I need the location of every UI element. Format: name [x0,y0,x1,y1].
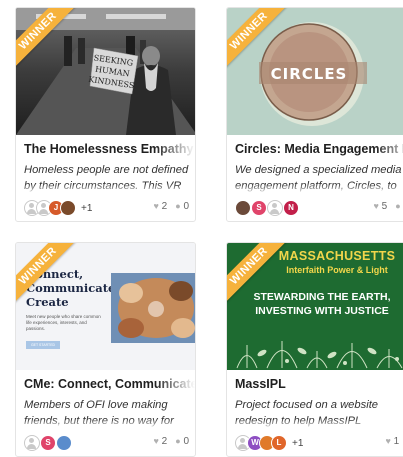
more-members-count: +1 [81,202,93,214]
card-title[interactable]: Circles: Media Engagement Ha [235,142,403,156]
avatar: L [271,435,287,451]
comment-icon: ● [175,436,181,446]
heart-icon: ♥ [153,436,159,446]
card-description: Project focused on a website redesign to… [235,397,403,429]
team-avatars[interactable]: S [24,435,72,451]
card-title[interactable]: CMe: Connect, Communicate, [24,377,195,391]
card-description: Members of OFI love making friends, but … [24,397,189,429]
card-title[interactable]: MassIPL [235,377,403,391]
project-card-cme[interactable]: Connect, Communicate, Create Meet new pe… [15,242,196,457]
comment-icon: ● [175,201,181,211]
circles-logo-text: CIRCLES [271,65,348,83]
avatar: S [40,435,56,451]
avatar-placeholder-icon [24,435,40,451]
card-footer: J +1 ♥ 2 ● 0 [24,200,189,218]
thumb-line-investing: INVESTING WITH JUSTICE [255,305,389,317]
avatar [56,435,72,451]
heart-icon: ♥ [385,436,391,446]
card-stats: ♥ 5 ● 0 [373,201,401,212]
card-description: We designed a specialized media engageme… [235,162,403,194]
card-description: Homeless people are not defined by their… [24,162,189,194]
thumb-line-interfaith: Interfaith Power & Light [286,265,388,275]
card-stats: ♥ 2 ● 0 [153,201,189,212]
card-footer: S ♥ 2 ● 0 [24,435,189,453]
thumb-body: Meet new people who share common life ex… [26,314,101,331]
card-stats: ♥ 1 ● 0 [385,436,400,447]
team-avatars[interactable]: S N [235,200,299,216]
project-card-homelessness[interactable]: SEEKING HUMAN KINDNESS WINNER The Homele… [15,7,196,222]
thumb-line-massachusetts: MASSACHUSETTS [278,249,396,263]
avatar: N [283,200,299,216]
comment-icon: ● [395,201,401,211]
card-footer: S N ♥ 5 ● 0 [235,200,403,218]
thumb-line-stewarding: STEWARDING THE EARTH, [253,291,391,303]
leaf-pattern [236,341,403,369]
more-members-count: +1 [292,437,304,449]
heart-icon: ♥ [153,201,159,211]
thumb-get-started-button: GET STARTED [26,341,60,349]
group-hands-photo [111,273,195,343]
card-footer: W L +1 ♥ 1 ● 0 [235,435,403,453]
avatar [60,200,76,216]
team-avatars[interactable]: W L +1 [235,435,303,451]
team-avatars[interactable]: J +1 [24,200,92,216]
avatar [235,200,251,216]
avatar-placeholder-icon [267,200,283,216]
heart-icon: ♥ [373,201,379,211]
project-card-massipl[interactable]: MASSACHUSETTS Interfaith Power & Light S… [226,242,403,457]
avatar: S [251,200,267,216]
project-card-circles[interactable]: CIRCLES WINNER Circles: Media Engagement… [226,7,403,222]
card-stats: ♥ 2 ● 0 [153,436,189,447]
card-title[interactable]: The Homelessness Empathy Ex [24,142,195,156]
